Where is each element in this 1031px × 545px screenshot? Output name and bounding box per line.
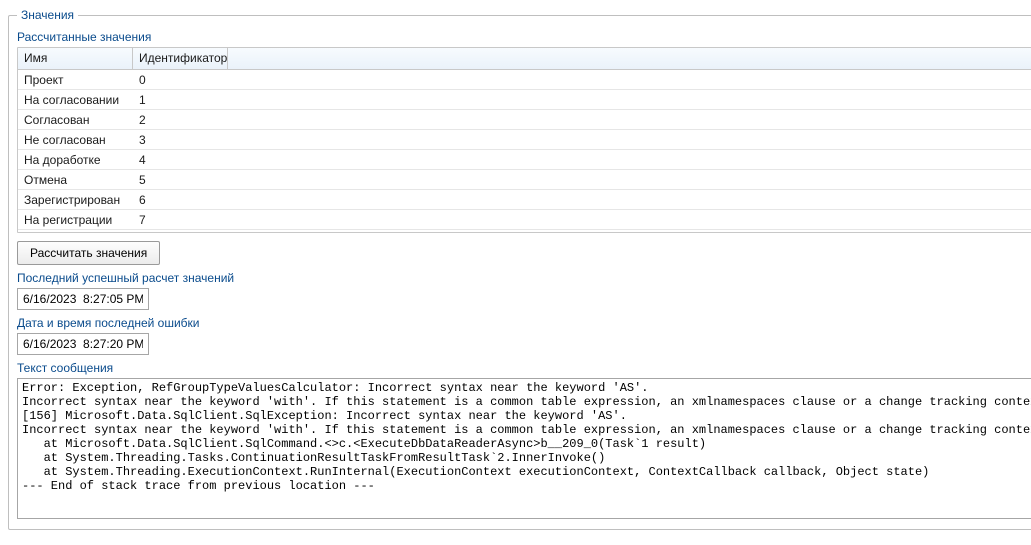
- cell-id: 7: [133, 213, 228, 227]
- cell-name: Согласован: [18, 113, 133, 127]
- table-row[interactable]: Отмена5: [18, 170, 1031, 190]
- table-row[interactable]: Не согласован3: [18, 130, 1031, 150]
- calculate-values-button[interactable]: Рассчитать значения: [17, 241, 160, 265]
- cell-name: Зарегистрирован: [18, 193, 133, 207]
- cell-id: 3: [133, 133, 228, 147]
- values-groupbox: Значения Рассчитанные значения Имя Идент…: [8, 8, 1031, 530]
- cell-id: 5: [133, 173, 228, 187]
- calculated-values-label: Рассчитанные значения: [17, 30, 1031, 44]
- cell-id: 4: [133, 153, 228, 167]
- cell-name: На согласовании: [18, 93, 133, 107]
- last-error-field[interactable]: [17, 333, 149, 355]
- cell-name: Отмена: [18, 173, 133, 187]
- column-header-id[interactable]: Идентификатор: [133, 48, 228, 69]
- last-success-label: Последний успешный расчет значений: [17, 271, 1031, 285]
- table-row[interactable]: Зарегистрирован6: [18, 190, 1031, 210]
- table-row[interactable]: На регистрации7: [18, 210, 1031, 230]
- cell-id: 1: [133, 93, 228, 107]
- cell-id: 0: [133, 73, 228, 87]
- message-textarea[interactable]: Error: Exception, RefGroupTypeValuesCalc…: [17, 378, 1031, 519]
- last-error-label: Дата и время последней ошибки: [17, 316, 1031, 330]
- cell-id: 6: [133, 193, 228, 207]
- message-text[interactable]: Error: Exception, RefGroupTypeValuesCalc…: [18, 379, 1031, 518]
- cell-name: Проект: [18, 73, 133, 87]
- cell-name: Не согласован: [18, 133, 133, 147]
- calculated-values-grid[interactable]: Имя Идентификатор Проект0На согласовании…: [17, 47, 1031, 233]
- last-success-field[interactable]: [17, 288, 149, 310]
- grid-header: Имя Идентификатор: [18, 48, 1031, 70]
- cell-name: На регистрации: [18, 213, 133, 227]
- groupbox-title: Значения: [17, 8, 78, 22]
- table-row[interactable]: На согласовании1: [18, 90, 1031, 110]
- table-row[interactable]: Согласован2: [18, 110, 1031, 130]
- cell-id: 2: [133, 113, 228, 127]
- table-row[interactable]: Проект0: [18, 70, 1031, 90]
- column-header-name[interactable]: Имя: [18, 48, 133, 69]
- cell-name: На доработке: [18, 153, 133, 167]
- message-label: Текст сообщения: [17, 361, 1031, 375]
- table-row[interactable]: На доработке4: [18, 150, 1031, 170]
